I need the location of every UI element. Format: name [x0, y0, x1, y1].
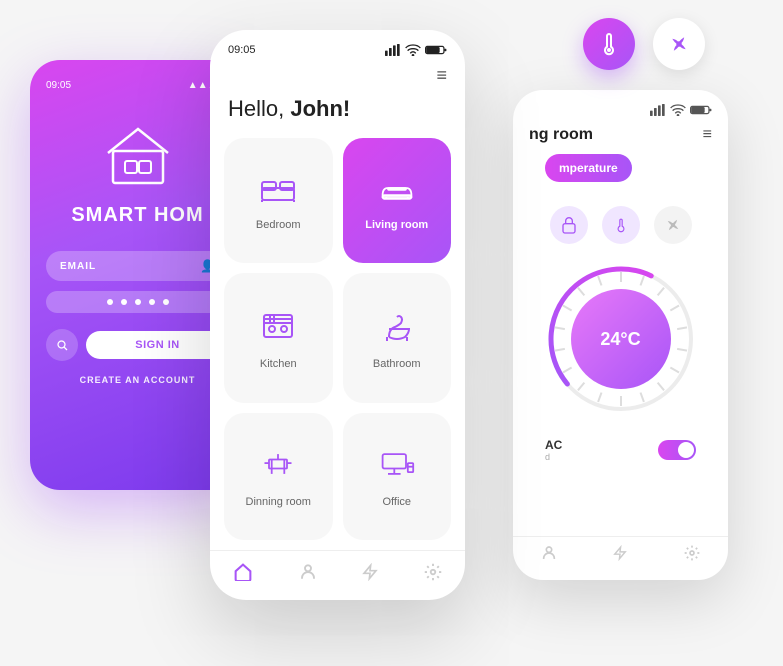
nav-flash[interactable]	[362, 563, 378, 586]
room-card-bathroom[interactable]: Bathroom	[343, 273, 452, 402]
dinning-room-label: Dinning room	[246, 496, 311, 508]
rooms-grid: Bedroom Living room	[210, 138, 465, 540]
fan-control[interactable]	[654, 206, 692, 244]
password-input[interactable]	[46, 291, 229, 313]
center-menu-button[interactable]: ≡	[210, 62, 465, 88]
room-card-living[interactable]: Living room	[343, 138, 452, 263]
right-status-bar	[513, 90, 728, 122]
center-phone: 09:05 ≡ Hello, John!	[210, 30, 465, 600]
right-nav-user[interactable]	[541, 545, 557, 566]
living-room-icon	[379, 174, 415, 209]
nav-home[interactable]	[233, 563, 253, 586]
room-card-kitchen[interactable]: Kitchen	[224, 273, 333, 402]
lock-control[interactable]	[550, 206, 588, 244]
ac-label: AC	[545, 438, 562, 452]
center-time: 09:05	[228, 44, 256, 56]
right-menu-button[interactable]: ≡	[703, 126, 712, 144]
center-bottom-nav	[210, 550, 465, 600]
bathroom-icon	[381, 309, 413, 348]
sign-in-button[interactable]: SIGN IN	[86, 331, 229, 359]
greeting-text: Hello, John!	[210, 88, 465, 138]
house-icon	[103, 121, 173, 196]
center-status-icons	[385, 44, 447, 56]
right-nav-settings[interactable]	[684, 545, 700, 566]
fan-float-icon	[653, 18, 705, 70]
bedroom-label: Bedroom	[256, 219, 301, 231]
search-button[interactable]	[46, 329, 78, 361]
office-icon	[379, 449, 415, 486]
temperature-display: 24°C	[571, 289, 671, 389]
create-account-link[interactable]: CREATE AN ACCOUNT	[80, 375, 196, 385]
left-status-bar: 09:05 ▲▲▲ ◉	[46, 80, 229, 91]
temp-control[interactable]	[602, 206, 640, 244]
right-phone: ng room ≡ mperature	[513, 90, 728, 580]
ac-toggle[interactable]	[658, 440, 696, 460]
left-time: 09:05	[46, 80, 71, 91]
thermometer-float-icon	[583, 18, 635, 70]
ac-control-row: AC d	[529, 438, 712, 462]
temperature-dial[interactable]: 24°C	[546, 264, 696, 414]
scene: 09:05 ▲▲▲ ◉ SMART HOM EMAIL 👤	[0, 0, 783, 666]
room-card-bedroom[interactable]: Bedroom	[224, 138, 333, 263]
action-row: SIGN IN	[46, 329, 229, 361]
controls-row	[545, 206, 696, 244]
kitchen-icon	[262, 309, 294, 348]
temperature-badge: mperature	[545, 154, 632, 182]
email-input[interactable]: EMAIL 👤	[46, 251, 229, 281]
bedroom-icon	[260, 174, 296, 209]
kitchen-label: Kitchen	[260, 358, 297, 370]
brand-text: SMART HOM	[71, 204, 203, 227]
nav-user[interactable]	[299, 563, 317, 586]
right-nav-flash[interactable]	[613, 545, 627, 566]
right-bottom-nav	[513, 536, 728, 566]
dinning-icon	[260, 449, 296, 486]
right-header: ng room ≡	[513, 122, 728, 154]
office-label: Office	[382, 496, 411, 508]
bathroom-label: Bathroom	[373, 358, 421, 370]
right-room-title: ng room	[529, 126, 593, 144]
email-label: EMAIL	[60, 261, 96, 272]
room-card-dinning[interactable]: Dinning room	[224, 413, 333, 540]
center-status-bar: 09:05	[210, 30, 465, 62]
ac-status: d	[545, 452, 562, 462]
room-card-office[interactable]: Office	[343, 413, 452, 540]
living-room-label: Living room	[365, 219, 428, 231]
nav-settings[interactable]	[424, 563, 442, 586]
